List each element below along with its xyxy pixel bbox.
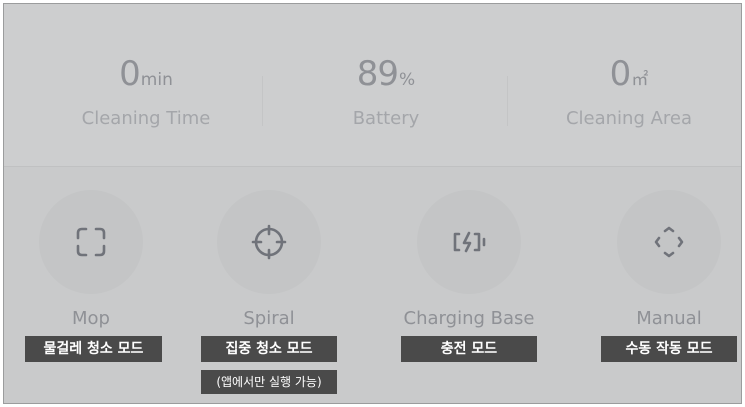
- mop-mode-label: Mop: [72, 308, 110, 329]
- cleaning-time-stat: 0 min Cleaning Time: [26, 54, 266, 129]
- battery-value: 89: [356, 54, 399, 94]
- spiral-mode-caption: 집중 청소 모드: [201, 336, 337, 362]
- spiral-icon: [251, 224, 287, 260]
- battery-label: Battery: [352, 108, 420, 129]
- spiral-mode-button[interactable]: Spiral: [189, 190, 349, 329]
- cleaning-area-label: Cleaning Area: [565, 108, 693, 129]
- divider: [262, 76, 263, 126]
- manual-mode-button[interactable]: Manual: [589, 190, 741, 329]
- battery-stat: 89 % Battery: [266, 54, 506, 129]
- manual-mode-circle[interactable]: [617, 190, 721, 294]
- robot-control-panel: 0 min Cleaning Time 89 % Battery 0 ㎡ Cle…: [3, 3, 742, 404]
- charging-base-mode-caption: 충전 모드: [401, 336, 537, 362]
- battery-unit: %: [399, 70, 416, 90]
- manual-mode-label: Manual: [636, 308, 702, 329]
- manual-icon: [654, 226, 684, 258]
- charging-base-mode-label: Charging Base: [403, 308, 535, 329]
- cleaning-area-unit: ㎡: [631, 70, 649, 90]
- status-panel: 0 min Cleaning Time 89 % Battery 0 ㎡ Cle…: [4, 4, 741, 167]
- mop-mode-button[interactable]: Mop: [11, 190, 171, 329]
- divider: [507, 76, 508, 126]
- cleaning-time-unit: min: [140, 70, 173, 90]
- mop-mode-caption: 물걸레 청소 모드: [25, 336, 162, 362]
- manual-mode-caption: 수동 작동 모드: [601, 336, 737, 362]
- mop-icon: [76, 227, 106, 257]
- cleaning-time-label: Cleaning Time: [81, 108, 211, 129]
- cleaning-area-value: 0: [609, 54, 632, 94]
- charging-base-mode-circle[interactable]: [417, 190, 521, 294]
- spiral-mode-note: (앱에서만 실행 가능): [201, 370, 337, 394]
- charging-base-icon: [453, 231, 486, 253]
- charging-base-mode-button[interactable]: Charging Base: [389, 190, 549, 329]
- mop-mode-circle[interactable]: [39, 190, 143, 294]
- spiral-mode-label: Spiral: [243, 308, 295, 329]
- cleaning-time-value: 0: [119, 54, 141, 94]
- spiral-mode-circle[interactable]: [217, 190, 321, 294]
- cleaning-area-stat: 0 ㎡ Cleaning Area: [509, 54, 741, 129]
